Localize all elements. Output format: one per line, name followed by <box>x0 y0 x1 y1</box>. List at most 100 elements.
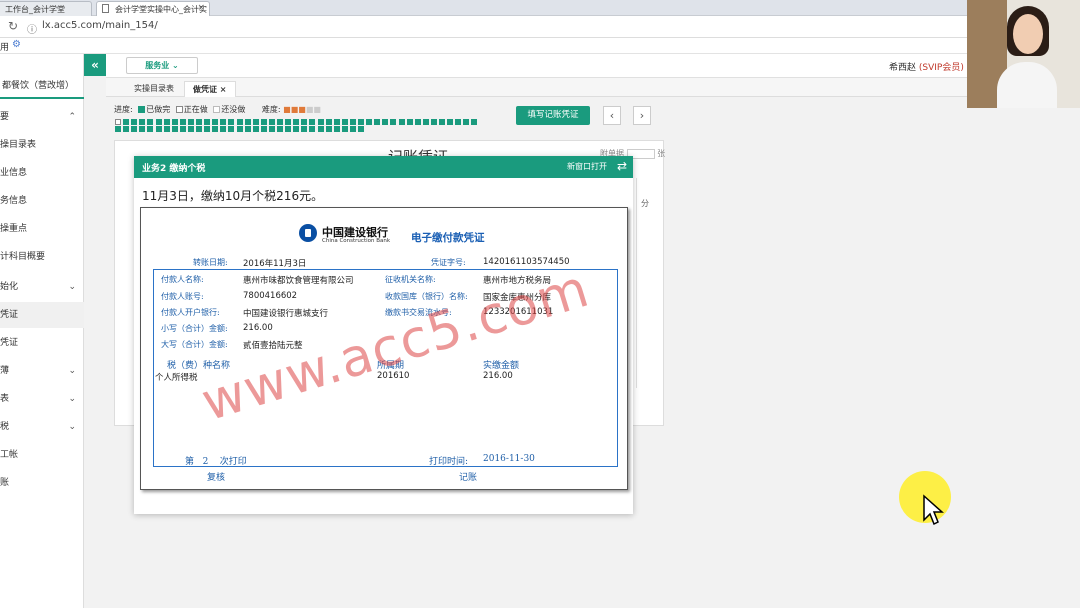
progress-block[interactable] <box>268 126 275 132</box>
progress-block[interactable] <box>147 126 154 132</box>
progress-block[interactable] <box>414 119 421 125</box>
progress-block[interactable] <box>236 119 243 125</box>
progress-block[interactable] <box>171 119 178 125</box>
progress-block[interactable] <box>163 126 170 132</box>
sidebar-item[interactable]: 操目录表 <box>0 132 84 158</box>
progress-block[interactable] <box>244 126 251 132</box>
progress-block[interactable] <box>268 119 275 125</box>
progress-block[interactable] <box>382 119 389 125</box>
progress-block[interactable] <box>333 126 340 132</box>
progress-block[interactable] <box>333 119 340 125</box>
prev-button[interactable]: ‹ <box>603 106 621 125</box>
progress-block[interactable] <box>358 119 364 125</box>
progress-block[interactable] <box>317 126 324 132</box>
sidebar-item[interactable]: 税 ⌄ <box>0 414 84 440</box>
info-icon[interactable]: ⓘ <box>27 21 37 36</box>
sidebar-item[interactable]: 要 ⌃ <box>0 104 84 130</box>
progress-block[interactable] <box>123 119 130 125</box>
progress-block[interactable] <box>187 126 194 132</box>
sidebar-item[interactable]: 操重点 <box>0 216 84 242</box>
progress-block[interactable] <box>325 119 332 125</box>
close-icon[interactable]: × <box>220 85 227 94</box>
progress-block[interactable] <box>390 119 397 125</box>
progress-block[interactable] <box>139 126 146 132</box>
progress-block[interactable] <box>309 126 316 132</box>
progress-block[interactable] <box>163 119 170 125</box>
progress-block[interactable] <box>228 119 235 125</box>
progress-block[interactable] <box>179 119 186 125</box>
progress-block[interactable] <box>430 119 437 125</box>
progress-block[interactable] <box>212 119 219 125</box>
tab-make-voucher[interactable]: 做凭证 × <box>184 81 236 97</box>
url-field[interactable]: lx.acc5.com/main_154/ <box>42 20 158 31</box>
progress-block[interactable] <box>455 119 462 125</box>
progress-block[interactable] <box>147 119 154 125</box>
reload-icon[interactable]: ↻ <box>8 19 18 33</box>
progress-block[interactable] <box>285 119 292 125</box>
progress-block[interactable] <box>439 119 445 125</box>
progress-block[interactable] <box>187 119 194 125</box>
progress-block[interactable] <box>293 119 300 125</box>
progress-block[interactable] <box>171 126 178 132</box>
progress-block[interactable] <box>252 119 259 125</box>
sidebar-item[interactable]: 务信息 <box>0 188 84 214</box>
progress-block[interactable] <box>236 126 243 132</box>
progress-block[interactable] <box>277 126 283 132</box>
progress-block[interactable] <box>155 119 162 125</box>
progress-block[interactable] <box>447 119 454 125</box>
progress-block[interactable] <box>301 126 308 132</box>
progress-block[interactable] <box>374 119 381 125</box>
sidebar-item[interactable]: 账 <box>0 470 84 496</box>
progress-block[interactable] <box>285 126 292 132</box>
progress-block[interactable] <box>220 126 227 132</box>
progress-block[interactable] <box>131 126 138 132</box>
progress-block[interactable] <box>155 126 162 132</box>
service-select[interactable]: 服务业 ⌄ <box>126 57 198 74</box>
sidebar-item[interactable]: 计科目概要 <box>0 244 84 270</box>
swap-icon[interactable]: ⇄ <box>617 159 627 173</box>
progress-block[interactable] <box>398 119 405 125</box>
open-new-window-link[interactable]: 新窗口打开 <box>567 161 607 172</box>
progress-block[interactable] <box>422 119 429 125</box>
progress-block[interactable] <box>301 119 308 125</box>
progress-block[interactable] <box>406 119 413 125</box>
progress-block[interactable] <box>293 126 300 132</box>
browser-tab-active[interactable]: 会计学堂实操中心_会计实 × <box>96 1 210 16</box>
bookmark-icon[interactable]: ⚙ <box>12 39 21 50</box>
progress-block[interactable] <box>196 126 202 132</box>
progress-block[interactable] <box>260 126 267 132</box>
sidebar-item[interactable]: 表 ⌄ <box>0 386 84 412</box>
sidebar-item[interactable]: 工帐 <box>0 442 84 468</box>
progress-block[interactable] <box>277 119 283 125</box>
progress-block[interactable] <box>123 126 130 132</box>
progress-block[interactable] <box>204 126 211 132</box>
sidebar-item[interactable]: 始化 ⌄ <box>0 274 84 300</box>
progress-block[interactable] <box>115 119 121 125</box>
collapse-sidebar-button[interactable]: « <box>84 54 106 76</box>
tab-catalog[interactable]: 实操目录表 <box>126 81 182 97</box>
progress-block[interactable] <box>341 126 348 132</box>
progress-block[interactable] <box>212 126 219 132</box>
next-button[interactable]: › <box>633 106 651 125</box>
progress-block[interactable] <box>260 119 267 125</box>
sidebar-item[interactable]: 凭证 <box>0 330 84 356</box>
browser-tab[interactable]: 工作台_会计学堂 <box>0 1 92 16</box>
progress-block[interactable] <box>179 126 186 132</box>
progress-block[interactable] <box>341 119 348 125</box>
close-icon[interactable]: × <box>197 3 205 13</box>
fill-voucher-button[interactable]: 填写记账凭证 <box>516 106 590 125</box>
progress-block[interactable] <box>115 126 121 132</box>
progress-block[interactable] <box>220 119 227 125</box>
progress-block[interactable] <box>131 119 138 125</box>
progress-block[interactable] <box>139 119 146 125</box>
progress-block[interactable] <box>317 119 324 125</box>
progress-block[interactable] <box>463 119 470 125</box>
progress-block[interactable] <box>228 126 235 132</box>
progress-block[interactable] <box>358 126 364 132</box>
progress-block[interactable] <box>349 119 356 125</box>
progress-block[interactable] <box>252 126 259 132</box>
progress-block[interactable] <box>325 126 332 132</box>
apps-icon[interactable]: 用 <box>0 40 9 53</box>
progress-block[interactable] <box>349 126 356 132</box>
sidebar-item-active[interactable]: 凭证 <box>0 302 84 328</box>
